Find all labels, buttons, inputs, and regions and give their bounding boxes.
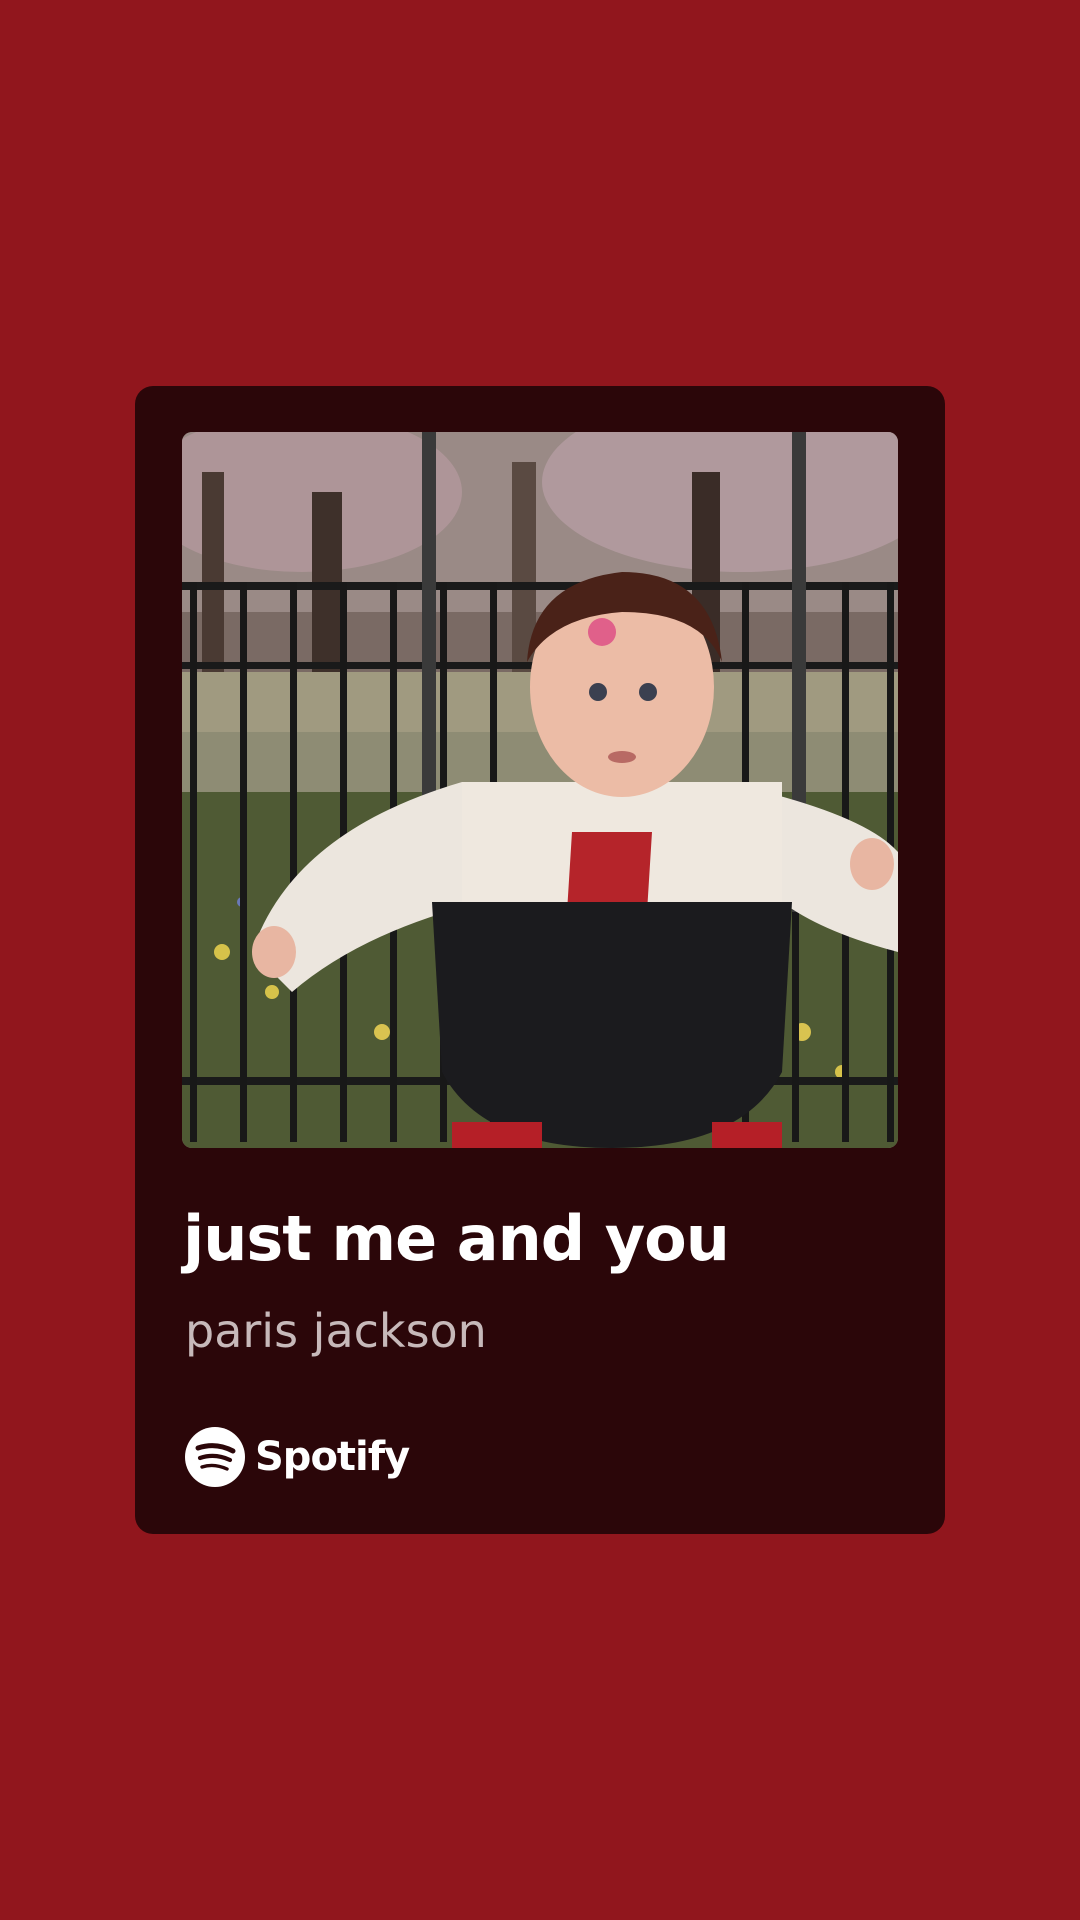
artist-name: paris jackson	[185, 1304, 487, 1358]
album-artwork	[182, 432, 898, 1148]
spotify-wordmark: Spotify	[255, 1434, 410, 1480]
track-title: just me and you	[183, 1202, 730, 1275]
spotify-brand: Spotify	[185, 1426, 410, 1488]
spotify-logo-icon	[185, 1427, 245, 1487]
share-card: just me and you paris jackson Spotify	[135, 386, 945, 1534]
